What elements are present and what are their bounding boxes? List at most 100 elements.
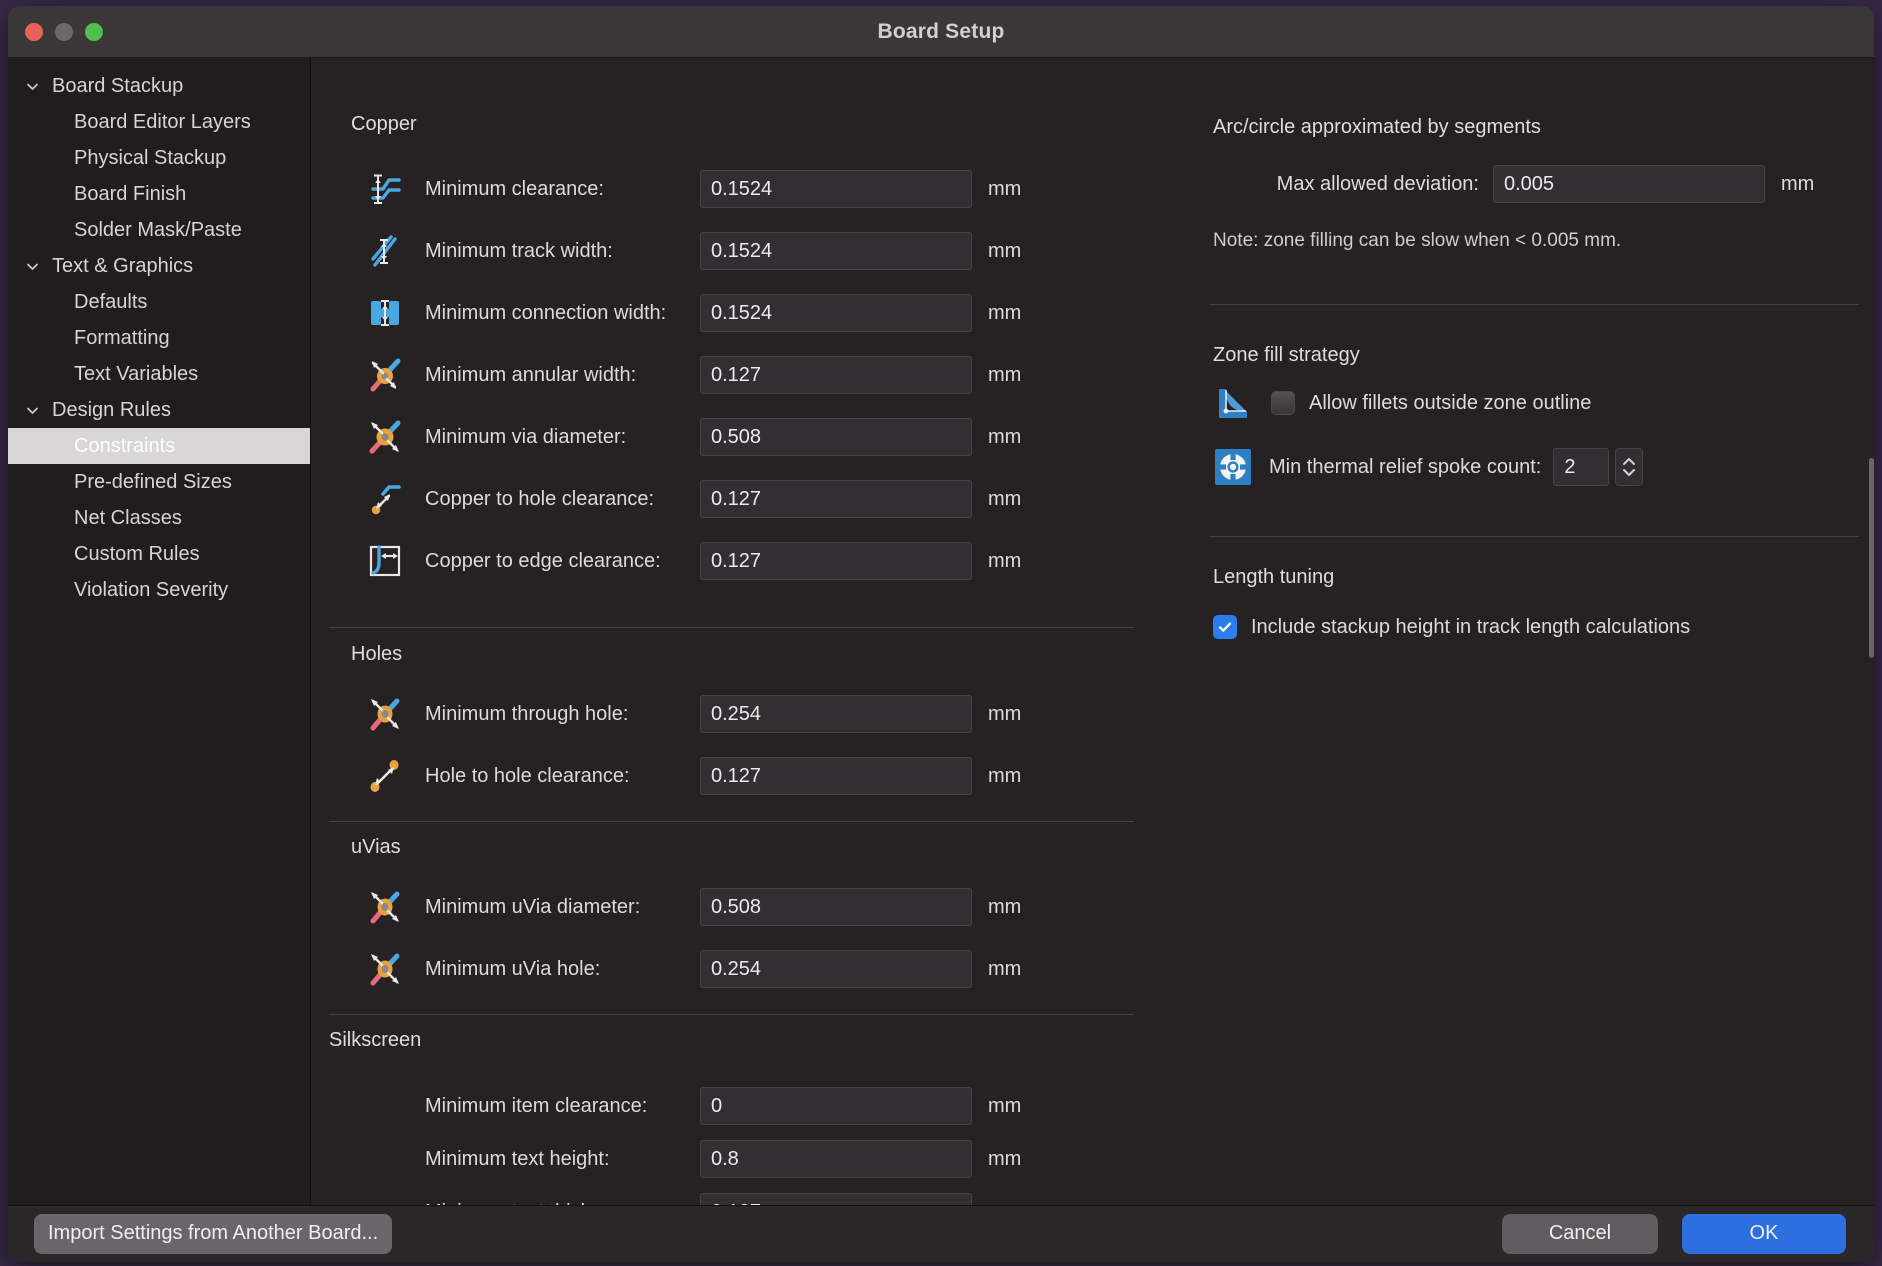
field-label: Minimum through hole: [425, 702, 629, 725]
field-unit: mm [988, 177, 1022, 200]
field-unit: mm [988, 702, 1022, 725]
min-annular-width-icon [361, 353, 409, 397]
allow-fillets-checkbox[interactable] [1271, 391, 1295, 415]
allow-fillets-row: Allow fillets outside zone outline [1213, 383, 1591, 423]
sidebar-item-label: Text Variables [74, 362, 199, 385]
sidebar-item-net-classes[interactable]: Net Classes [8, 500, 310, 536]
window-title: Board Setup [877, 19, 1005, 43]
minimum-via-diameter-input[interactable] [700, 418, 972, 456]
sidebar-item-violation-severity[interactable]: Violation Severity [8, 572, 310, 608]
field-row-minimum-annular-width: Minimum annular width: mm [361, 349, 1021, 401]
allow-fillets-label: Allow fillets outside zone outline [1309, 391, 1592, 414]
sidebar-item-custom-rules[interactable]: Custom Rules [8, 536, 310, 572]
sidebar-item-label: Board Editor Layers [74, 110, 251, 133]
stepper-up-icon[interactable] [1621, 456, 1637, 467]
field-row-max-allowed-deviation: Max allowed deviation: mm [1213, 158, 1814, 210]
max-allowed-deviation-input[interactable] [1493, 165, 1765, 203]
thermal-spoke-stepper[interactable] [1615, 448, 1644, 486]
sidebar-item-solder-mask-paste[interactable]: Solder Mask/Paste [8, 212, 310, 248]
vertical-scrollbar-thumb[interactable] [1869, 458, 1874, 658]
chevron-down-icon[interactable] [24, 402, 40, 418]
field-unit: mm [988, 487, 1022, 510]
constraints-panel: Copper Minimum clearance: 0.1524 mm Mini… [311, 58, 1874, 1231]
field-label: Hole to hole clearance: [425, 764, 630, 787]
sidebar-item-text-and-graphics[interactable]: Text & Graphics [8, 248, 310, 284]
minimum-connection-width-input[interactable] [700, 294, 972, 332]
thermal-spoke-row: Min thermal relief spoke count: [1213, 447, 1644, 487]
field-row-minimum-track-width: Minimum track width: mm [361, 225, 1021, 277]
constraints-right-column: Arc/circle approximated by segments Max … [1171, 58, 1874, 1205]
sidebar-item-label: Board Stackup [52, 74, 184, 97]
length-tuning-section-title: Length tuning [1213, 566, 1335, 588]
field-unit: mm [988, 239, 1022, 262]
field-row-minimum-item-clearance: Minimum item clearance: mm [361, 1080, 1021, 1132]
holes-section-title: Holes [351, 643, 403, 665]
copper-section-title: Copper [351, 113, 417, 135]
sidebar-item-label: Board Finish [74, 182, 187, 205]
field-row-copper-to-hole-clearance: Copper to hole clearance: mm [361, 473, 1021, 525]
field-unit: mm [988, 301, 1022, 324]
field-row-minimum-text-height: Minimum text height: mm [361, 1133, 1021, 1185]
minimum-annular-width-input[interactable] [700, 356, 972, 394]
sidebar-item-constraints[interactable]: Constraints [8, 428, 310, 464]
sidebar-item-label: Formatting [74, 326, 170, 349]
sidebar-item-label: Net Classes [74, 506, 182, 529]
minimum-item-clearance-input[interactable] [700, 1087, 972, 1125]
divider-copper-holes [329, 627, 1134, 628]
import-settings-button[interactable]: Import Settings from Another Board... [34, 1213, 393, 1254]
sidebar-item-board-finish[interactable]: Board Finish [8, 176, 310, 212]
field-unit: mm [1781, 172, 1815, 195]
ok-button[interactable]: OK [1682, 1213, 1846, 1254]
sidebar-item-pre-defined-sizes[interactable]: Pre-defined Sizes [8, 464, 310, 500]
minimum-uvia-diameter-input[interactable] [700, 888, 972, 926]
arc-circle-section-title: Arc/circle approximated by segments [1213, 116, 1541, 138]
field-unit: mm [988, 957, 1022, 980]
field-label: Minimum item clearance: [425, 1094, 648, 1117]
sidebar-item-design-rules[interactable]: Design Rules [8, 392, 310, 428]
field-row-minimum-via-diameter: Minimum via diameter: mm [361, 411, 1021, 463]
field-unit: mm [988, 425, 1022, 448]
minimum-text-height-input[interactable] [700, 1140, 972, 1178]
title-bar: Board Setup [8, 6, 1874, 58]
stepper-down-icon[interactable] [1621, 467, 1637, 478]
minimum-uvia-hole-input[interactable] [700, 950, 972, 988]
include-stackup-checkbox[interactable] [1213, 615, 1237, 639]
field-label: Minimum text height: [425, 1147, 610, 1170]
sidebar-item-physical-stackup[interactable]: Physical Stackup [8, 140, 310, 176]
sidebar-item-defaults[interactable]: Defaults [8, 284, 310, 320]
minimum-track-width-input[interactable] [700, 232, 972, 270]
thermal-spoke-count-input[interactable] [1553, 448, 1610, 486]
minimum-clearance-input[interactable] [700, 170, 972, 208]
field-unit: mm [988, 1147, 1022, 1170]
board-setup-dialog: Board Setup Board Stackup Board Editor L… [8, 6, 1874, 1262]
sidebar-item-formatting[interactable]: Formatting [8, 320, 310, 356]
include-stackup-row: Include stackup height in track length c… [1213, 615, 1690, 639]
field-row-minimum-clearance: Minimum clearance: mm [361, 163, 1021, 215]
chevron-down-icon[interactable] [24, 258, 40, 274]
field-label: Copper to edge clearance: [425, 549, 661, 572]
field-unit: mm [988, 895, 1022, 918]
hole-to-hole-icon [361, 754, 409, 798]
sidebar-item-label: Pre-defined Sizes [74, 470, 232, 493]
cancel-button[interactable]: Cancel [1502, 1213, 1658, 1254]
field-label: Minimum uVia hole: [425, 957, 601, 980]
settings-tree-sidebar[interactable]: Board Stackup Board Editor Layers Physic… [8, 58, 311, 1205]
minimum-through-hole-input[interactable] [700, 695, 972, 733]
field-label: Minimum clearance: [425, 177, 604, 200]
sidebar-item-board-stackup[interactable]: Board Stackup [8, 68, 310, 104]
copper-to-hole-clearance-input[interactable] [700, 480, 972, 518]
sidebar-item-text-variables[interactable]: Text Variables [8, 356, 310, 392]
silkscreen-section-title: Silkscreen [329, 1029, 422, 1051]
sidebar-item-board-editor-layers[interactable]: Board Editor Layers [8, 104, 310, 140]
sidebar-item-label: Constraints [74, 434, 176, 457]
field-label: Minimum annular width: [425, 363, 637, 386]
constraints-left-column: Copper Minimum clearance: 0.1524 mm Mini… [311, 58, 1171, 1231]
hole-to-hole-clearance-input[interactable] [700, 757, 972, 795]
divider-zonefill-lengthtuning [1209, 536, 1859, 537]
chevron-down-icon[interactable] [24, 78, 40, 94]
copper-to-edge-clearance-input[interactable] [700, 542, 972, 580]
dialog-footer: Import Settings from Another Board... Ca… [8, 1205, 1874, 1261]
copper-to-hole-icon [361, 477, 409, 521]
zone-fill-section-title: Zone fill strategy [1213, 344, 1360, 366]
field-row-hole-to-hole-clearance: Hole to hole clearance: mm [361, 750, 1021, 802]
